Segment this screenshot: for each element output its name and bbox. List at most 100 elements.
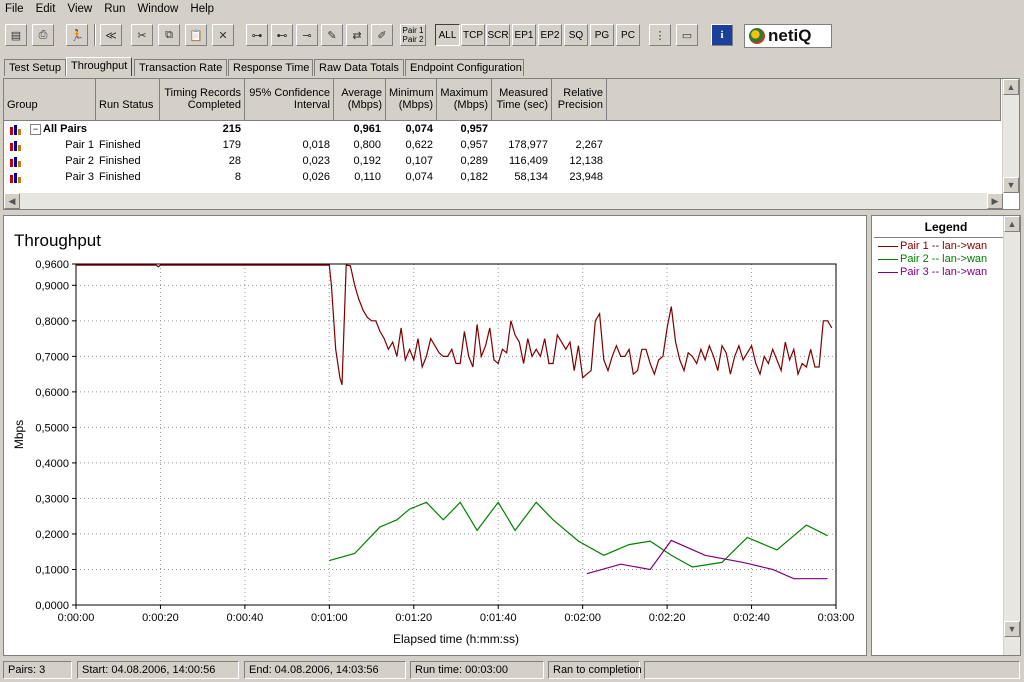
collapse-icon[interactable]: − bbox=[30, 124, 41, 135]
pair-icon[interactable]: ⊶ bbox=[246, 24, 268, 46]
filter-tcp-button[interactable]: TCP bbox=[461, 24, 485, 46]
tab-endpoint-configuration[interactable]: Endpoint Configuration bbox=[405, 59, 524, 76]
tab-response-time[interactable]: Response Time bbox=[228, 59, 313, 76]
multicast-icon[interactable]: ⊷ bbox=[271, 24, 293, 46]
x-tick-label: 0:01:40 bbox=[480, 612, 517, 624]
series-line-pair-1 bbox=[76, 264, 833, 385]
y-tick-label: 0,9000 bbox=[35, 280, 69, 292]
filter-ep2-label: EP2 bbox=[540, 29, 560, 41]
netiq-logo-text: netiQ bbox=[768, 26, 812, 45]
filter-pg-button[interactable]: PG bbox=[590, 24, 614, 46]
col-header-relative-precision[interactable]: Relative Precision bbox=[552, 79, 607, 121]
delete-icon[interactable]: ✕ bbox=[212, 24, 234, 46]
x-tick-label: 0:02:20 bbox=[649, 612, 686, 624]
paste-icon[interactable]: 📋 bbox=[185, 24, 207, 46]
y-tick-label: 0,7000 bbox=[35, 351, 69, 363]
col-header-run-status[interactable]: Run Status bbox=[96, 79, 160, 121]
col-header-group[interactable]: Group bbox=[4, 79, 96, 121]
col-header-maximum[interactable]: Maximum (Mbps) bbox=[437, 79, 492, 121]
pair-toggle-label-1: Pair 1 bbox=[402, 26, 424, 35]
rename-icon[interactable]: ✐ bbox=[371, 24, 393, 46]
scroll-left-icon[interactable]: ◀ bbox=[4, 193, 20, 209]
table-row-all-pairs[interactable]: − All Pairs 215 0,961 0,074 0,957 bbox=[4, 121, 1001, 137]
legend-item-pair-2[interactable]: Pair 2 -- lan->wan bbox=[878, 253, 1018, 266]
tab-throughput[interactable]: Throughput bbox=[66, 57, 132, 76]
legend-item-pair-3[interactable]: Pair 3 -- lan->wan bbox=[878, 266, 1018, 279]
col-header-timing-records[interactable]: Timing Records Completed bbox=[160, 79, 245, 121]
filter-ep2-button[interactable]: EP2 bbox=[538, 24, 562, 46]
legend-item-pair-1[interactable]: Pair 1 -- lan->wan bbox=[878, 240, 1018, 253]
cell-minimum: 0,107 bbox=[405, 155, 433, 167]
cell-precision: 12,138 bbox=[569, 155, 603, 167]
scroll-down-icon[interactable]: ▼ bbox=[1003, 177, 1019, 193]
menu-view[interactable]: View bbox=[62, 0, 96, 15]
status-runtime: Run time: 00:03:00 bbox=[410, 661, 544, 679]
new-file-icon[interactable]: ▤ bbox=[5, 24, 27, 46]
grid-horizontal-scrollbar[interactable]: ◀ ▶ bbox=[4, 193, 1003, 209]
legend-scroll-up-icon[interactable]: ▲ bbox=[1004, 216, 1020, 232]
print-icon[interactable]: ⎙ bbox=[32, 24, 54, 46]
tab-transaction-rate[interactable]: Transaction Rate bbox=[134, 59, 227, 76]
menu-run[interactable]: Run bbox=[99, 0, 129, 15]
back-icon[interactable]: ≪ bbox=[100, 24, 122, 46]
cell-minimum: 0,074 bbox=[405, 171, 433, 183]
x-tick-label: 0:02:40 bbox=[733, 612, 770, 624]
col-header-minimum[interactable]: Minimum (Mbps) bbox=[386, 79, 437, 121]
x-tick-label: 0:00:00 bbox=[58, 612, 95, 624]
filter-pc-label: PC bbox=[621, 29, 635, 41]
swap-icon[interactable]: ⇄ bbox=[346, 24, 368, 46]
legend-label-pair-3: Pair 3 -- lan->wan bbox=[900, 266, 988, 278]
group-icon[interactable]: ⊸ bbox=[296, 24, 318, 46]
filter-sq-button[interactable]: SQ bbox=[564, 24, 588, 46]
status-bar: Pairs: 3 Start: 04.08.2006, 14:00:56 End… bbox=[0, 659, 1024, 682]
cell-records: 215 bbox=[222, 123, 241, 135]
col-header-confidence-interval[interactable]: 95% Confidence Interval bbox=[245, 79, 334, 121]
table-row-pair-2[interactable]: Pair 2 Finished 28 0,023 0,192 0,107 0,2… bbox=[4, 153, 1001, 169]
menu-file[interactable]: File bbox=[0, 0, 28, 15]
table-row-pair-1[interactable]: Pair 1 Finished 179 0,018 0,800 0,622 0,… bbox=[4, 137, 1001, 153]
tab-strip: Test Setup Throughput Transaction Rate R… bbox=[0, 57, 1024, 77]
col-header-average[interactable]: Average (Mbps) bbox=[334, 79, 386, 121]
list-icon[interactable]: ⋮ bbox=[649, 24, 671, 46]
y-tick-label: 0,2000 bbox=[35, 529, 69, 541]
toolbar-separator bbox=[94, 24, 96, 46]
cell-confidence: 0,026 bbox=[302, 171, 330, 183]
cell-maximum: 0,182 bbox=[460, 171, 488, 183]
legend-title: Legend bbox=[924, 220, 968, 234]
filter-all-label: ALL bbox=[438, 29, 457, 41]
tab-test-setup[interactable]: Test Setup bbox=[4, 59, 66, 76]
scroll-up-icon[interactable]: ▲ bbox=[1003, 79, 1019, 95]
filter-pc-button[interactable]: PC bbox=[616, 24, 640, 46]
cut-icon[interactable]: ✂ bbox=[131, 24, 153, 46]
menu-window[interactable]: Window bbox=[132, 0, 182, 15]
series-line-pair-2 bbox=[329, 501, 828, 568]
status-empty bbox=[644, 661, 1020, 679]
notes-icon[interactable]: ▭ bbox=[676, 24, 698, 46]
table-row-pair-3[interactable]: Pair 3 Finished 8 0,026 0,110 0,074 0,18… bbox=[4, 169, 1001, 185]
filter-scr-button[interactable]: SCR bbox=[486, 24, 510, 46]
legend-panel: Legend Pair 1 -- lan->wan Pair 2 -- lan-… bbox=[871, 215, 1021, 656]
edit-pair-icon[interactable]: ✎ bbox=[321, 24, 343, 46]
cell-records: 28 bbox=[228, 155, 241, 167]
scroll-right-icon[interactable]: ▶ bbox=[987, 193, 1003, 209]
cell-maximum: 0,957 bbox=[460, 139, 488, 151]
col-header-measured-time[interactable]: Measured Time (sec) bbox=[492, 79, 552, 121]
filter-all-button[interactable]: ALL bbox=[435, 24, 460, 46]
y-tick-label: 0,3000 bbox=[35, 493, 69, 505]
menu-edit[interactable]: Edit bbox=[31, 0, 60, 15]
cell-minimum: 0,622 bbox=[405, 139, 433, 151]
legend-vertical-scrollbar[interactable]: ▲ ▼ bbox=[1003, 216, 1020, 655]
x-tick-label: 0:01:00 bbox=[311, 612, 348, 624]
filter-tcp-label: TCP bbox=[463, 29, 483, 41]
grid-vertical-scrollbar[interactable]: ▲ ▼ bbox=[1002, 79, 1019, 193]
info-icon[interactable]: i bbox=[711, 24, 733, 46]
status-end: End: 04.08.2006, 14:03:56 bbox=[244, 661, 406, 679]
copy-icon[interactable]: ⧉ bbox=[158, 24, 180, 46]
legend-scroll-down-icon[interactable]: ▼ bbox=[1004, 621, 1020, 637]
cell-average: 0,800 bbox=[353, 139, 381, 151]
pair-toggle-button[interactable]: Pair 1 Pair 2 bbox=[400, 24, 426, 46]
tab-raw-data-totals[interactable]: Raw Data Totals bbox=[314, 59, 404, 76]
run-icon[interactable]: 🏃 bbox=[66, 24, 88, 46]
menu-help[interactable]: Help bbox=[185, 0, 218, 15]
filter-ep1-button[interactable]: EP1 bbox=[512, 24, 536, 46]
